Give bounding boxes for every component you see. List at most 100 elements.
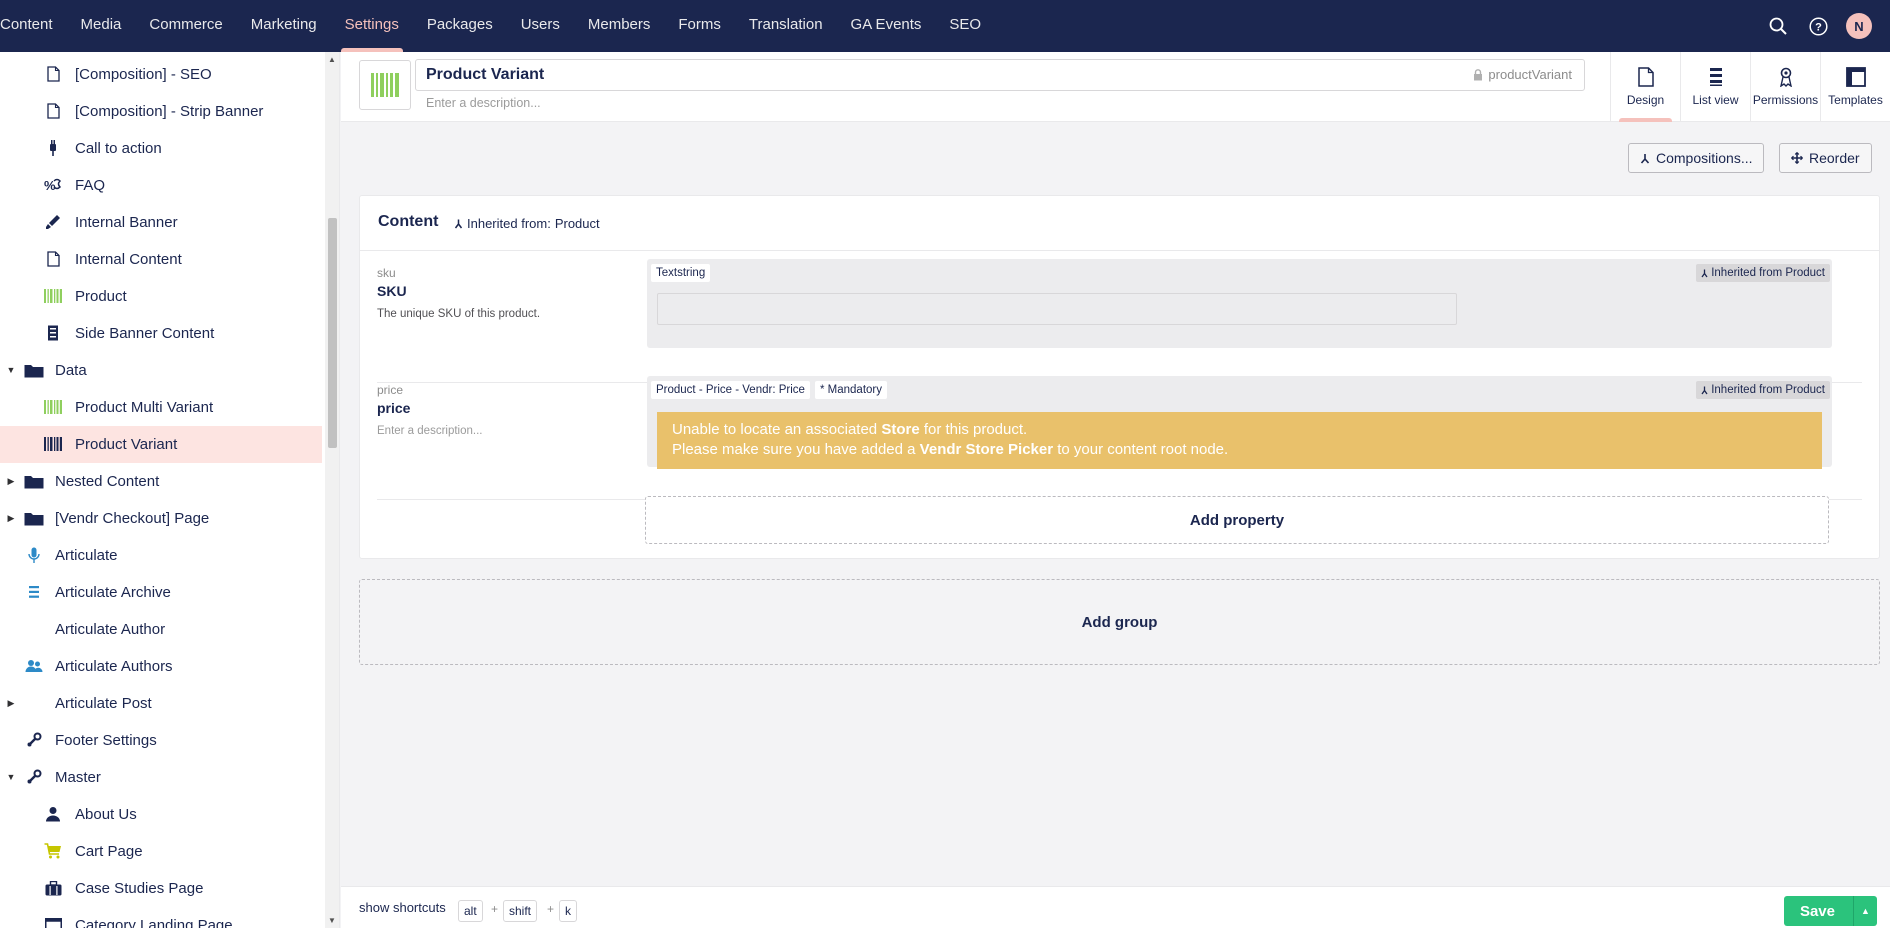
show-shortcuts-link[interactable]: show shortcuts [359, 900, 446, 915]
reorder-button[interactable]: Reorder [1779, 143, 1872, 173]
tree-item-composition-seo[interactable]: [Composition] - SEO [0, 56, 322, 93]
tree-item-articulate-authors[interactable]: Articulate Authors [0, 648, 322, 685]
tree-item-about-us[interactable]: About Us [0, 796, 322, 833]
tree-item-label: Case Studies Page [75, 880, 204, 897]
help-icon[interactable]: ? [1806, 14, 1830, 38]
caret-right-icon[interactable]: ▶ [5, 512, 17, 524]
save-button[interactable]: Save [1783, 896, 1853, 926]
tree-item-articulate-archive[interactable]: Articulate Archive [0, 574, 322, 611]
tree-item-label: FAQ [75, 177, 106, 194]
tree-item-articulate[interactable]: Articulate [0, 537, 322, 574]
nav-item-content[interactable]: Content [0, 0, 67, 52]
scroll-thumb[interactable] [328, 218, 337, 448]
tree-item-label: [Composition] - SEO [75, 66, 212, 83]
nav-item-members[interactable]: Members [574, 0, 665, 52]
document-type-icon-picker[interactable] [359, 60, 411, 110]
property-row-sku[interactable]: sku SKU The unique SKU of this product. … [377, 259, 1862, 383]
document-icon [43, 64, 63, 84]
warning-line-1: Unable to locate an associated Store for… [672, 421, 1028, 438]
property-name: SKU [377, 283, 407, 299]
list-icon [1709, 67, 1723, 87]
compositions-button[interactable]: Compositions... [1628, 143, 1765, 173]
nav-item-settings[interactable]: Settings [331, 0, 413, 52]
caret-right-icon[interactable]: ▶ [5, 697, 17, 709]
tab-label: List view [1692, 93, 1739, 107]
mandatory-tag: * Mandatory [815, 381, 888, 399]
tree-item-footer-settings[interactable]: Footer Settings [0, 722, 322, 759]
property-name: price [377, 400, 411, 416]
nav-item-marketing[interactable]: Marketing [237, 0, 331, 52]
folder-icon [24, 508, 44, 528]
tree-item-product-multi-variant[interactable]: Product Multi Variant [0, 389, 322, 426]
property-description: Enter a description... [377, 425, 483, 437]
tree-item-category-landing-page[interactable]: Category Landing Page [0, 907, 322, 928]
tree-item-master[interactable]: ▼ Master [0, 759, 322, 796]
tree-item-label: [Composition] - Strip Banner [75, 103, 264, 120]
tree-item-case-studies-page[interactable]: Case Studies Page [0, 870, 322, 907]
search-icon[interactable] [1766, 14, 1790, 38]
tree-item-composition-strip-banner[interactable]: [Composition] - Strip Banner [0, 93, 322, 130]
tree-item-side-banner-content[interactable]: Side Banner Content [0, 315, 322, 352]
property-row-price[interactable]: price price Enter a description... Produ… [377, 376, 1862, 500]
user-avatar[interactable]: N [1846, 13, 1872, 39]
save-options-caret-icon[interactable]: ▲ [1853, 896, 1877, 926]
nav-item-seo[interactable]: SEO [935, 0, 995, 52]
tree-item-internal-content[interactable]: Internal Content [0, 241, 322, 278]
barcode-icon [43, 434, 63, 454]
shortcut-key-alt: alt [458, 900, 483, 922]
property-editor-preview[interactable]: Textstring Inherited from Product [647, 259, 1832, 348]
tree-item-faq[interactable]: % FAQ [0, 167, 322, 204]
property-editor-preview[interactable]: Product - Price - Vendr: Price * Mandato… [647, 376, 1832, 469]
shortcut-key-shift: shift [503, 900, 538, 922]
tab-design[interactable]: Design [1610, 52, 1680, 122]
description-input[interactable]: Enter a description... [426, 96, 541, 110]
nav-item-translation[interactable]: Translation [735, 0, 837, 52]
nav-item-users[interactable]: Users [507, 0, 574, 52]
caret-down-icon[interactable]: ▼ [5, 771, 17, 783]
tree-item-articulate-post[interactable]: ▶ Articulate Post [0, 685, 322, 722]
inherited-value[interactable]: Product [555, 216, 600, 231]
inherited-badge-text: Inherited from Product [1711, 384, 1825, 396]
tree-item-data[interactable]: ▼ Data [0, 352, 322, 389]
caret-right-icon[interactable]: ▶ [5, 475, 17, 487]
name-value: Product Variant [426, 66, 545, 83]
nav-item-forms[interactable]: Forms [664, 0, 735, 52]
lock-icon [1474, 68, 1483, 80]
merge-icon [454, 219, 463, 228]
tree-item-product[interactable]: Product [0, 278, 322, 315]
tree-item-articulate-author[interactable]: Articulate Author [0, 611, 322, 648]
tree-item-label: Call to action [75, 140, 162, 157]
inherited-badge-text: Inherited from Product [1711, 267, 1825, 279]
group-inherited-from: Inherited from: Product [454, 216, 600, 231]
scroll-up-arrow[interactable]: ▲ [327, 55, 337, 65]
folder-icon [24, 471, 44, 491]
tree-item-product-variant[interactable]: Product Variant [0, 426, 322, 463]
barcode-icon [43, 286, 63, 306]
document-type-name-input[interactable]: Product Variant productVariant [415, 59, 1585, 91]
scroll-down-arrow[interactable]: ▼ [327, 916, 337, 926]
tree-item-vendr-checkout-page[interactable]: ▶ [Vendr Checkout] Page [0, 500, 322, 537]
alias-field[interactable]: productVariant [1473, 67, 1572, 82]
tree-item-internal-banner[interactable]: Internal Banner [0, 204, 322, 241]
tab-list-view[interactable]: List view [1680, 52, 1750, 122]
sidebar-scrollbar[interactable]: ▲ ▼ [325, 52, 339, 928]
caret-down-icon[interactable]: ▼ [5, 364, 17, 376]
nav-item-media[interactable]: Media [67, 0, 136, 52]
editor-type-tag: Product - Price - Vendr: Price [651, 381, 810, 399]
nav-item-ga-events[interactable]: GA Events [837, 0, 936, 52]
add-property-button[interactable]: Add property [645, 496, 1829, 544]
nav-item-commerce[interactable]: Commerce [135, 0, 236, 52]
tab-templates[interactable]: Templates [1820, 52, 1890, 122]
tree-item-cart-page[interactable]: Cart Page [0, 833, 322, 870]
settings-icon [24, 767, 44, 787]
tree-item-call-to-action[interactable]: Call to action [0, 130, 322, 167]
permissions-icon [1778, 67, 1794, 88]
document-icon [43, 101, 63, 121]
save-button-group: Save ▲ [1783, 896, 1877, 926]
tab-permissions[interactable]: Permissions [1750, 52, 1820, 122]
tree-item-label: About Us [75, 806, 137, 823]
tree-item-label: Data [55, 362, 87, 379]
add-group-button[interactable]: Add group [359, 579, 1880, 665]
nav-item-packages[interactable]: Packages [413, 0, 507, 52]
tree-item-nested-content[interactable]: ▶ Nested Content [0, 463, 322, 500]
